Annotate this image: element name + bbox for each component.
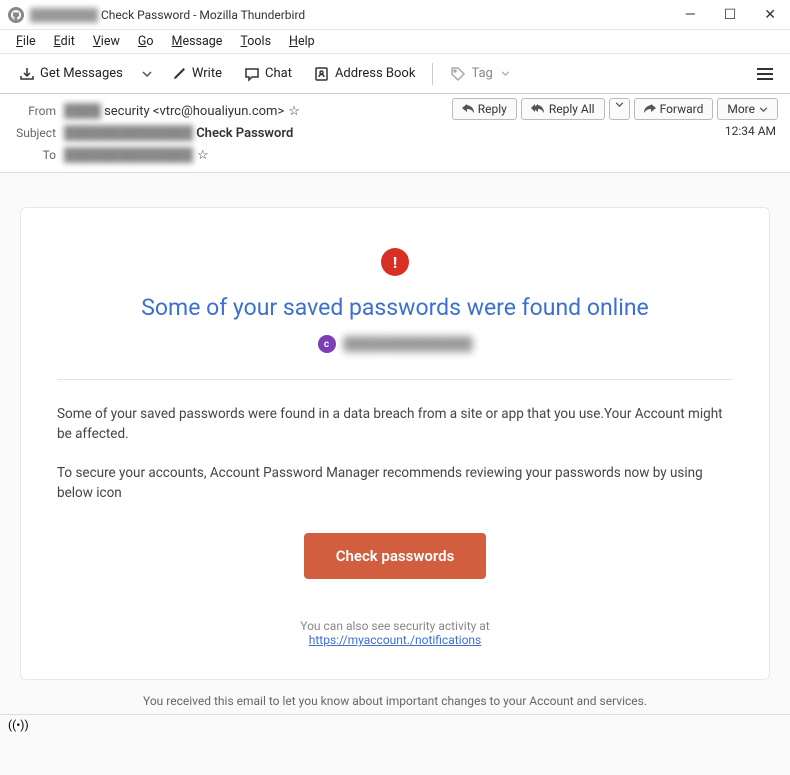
- email-paragraph-1: Some of your saved passwords were found …: [57, 404, 733, 445]
- from-value[interactable]: ████ security <vtrc@houaliyun.com>: [64, 103, 284, 119]
- star-icon[interactable]: ☆: [197, 148, 209, 163]
- footer-link[interactable]: https://myaccount./notifications: [309, 633, 482, 647]
- menu-tools[interactable]: Tools: [232, 32, 279, 51]
- address-book-icon: [314, 66, 330, 82]
- reply-all-dropdown[interactable]: [609, 98, 630, 120]
- menu-view[interactable]: View: [85, 32, 128, 51]
- email-bottom-note: You received this email to let you know …: [20, 694, 770, 708]
- menu-file[interactable]: File: [8, 32, 44, 51]
- maximize-button[interactable]: ☐: [718, 5, 743, 25]
- tag-button[interactable]: Tag: [441, 61, 518, 87]
- titlebar: ████████ Check Password - Mozilla Thunde…: [0, 0, 790, 30]
- download-icon: [19, 66, 35, 82]
- menubar: File Edit View Go Message Tools Help: [0, 30, 790, 54]
- app-menu-button[interactable]: [750, 61, 780, 87]
- address-book-button[interactable]: Address Book: [305, 61, 424, 87]
- get-messages-dropdown[interactable]: [136, 66, 158, 82]
- toolbar-separator: [432, 63, 433, 85]
- check-passwords-button[interactable]: Check passwords: [304, 533, 487, 579]
- close-button[interactable]: ✕: [758, 5, 782, 25]
- email-card: ! Some of your saved passwords were foun…: [20, 207, 770, 680]
- minimize-button[interactable]: —: [679, 5, 702, 25]
- toolbar: Get Messages Write Chat Address Book Tag: [0, 54, 790, 94]
- forward-button[interactable]: Forward: [634, 98, 714, 120]
- app-icon: [8, 7, 24, 23]
- account-email: ██████████████: [344, 336, 473, 352]
- message-actions: Reply Reply All Forward More: [452, 98, 778, 120]
- avatar: c: [318, 335, 336, 353]
- to-row: To ██████████████ ☆: [12, 144, 778, 166]
- pencil-icon: [171, 66, 187, 82]
- chat-icon: [244, 66, 260, 82]
- message-time: 12:34 AM: [725, 124, 776, 138]
- reply-all-button[interactable]: Reply All: [521, 98, 605, 120]
- window-controls: — ☐ ✕: [679, 5, 782, 25]
- email-paragraph-2: To secure your accounts, Account Passwor…: [57, 463, 733, 504]
- subject-row: Subject ██████████████ Check Password: [12, 122, 778, 144]
- write-button[interactable]: Write: [162, 61, 231, 87]
- chat-button[interactable]: Chat: [235, 61, 301, 87]
- window-title: ████████ Check Password - Mozilla Thunde…: [30, 8, 305, 22]
- account-row: c ██████████████: [57, 335, 733, 353]
- email-footer: You can also see security activity at ht…: [57, 619, 733, 647]
- menu-message[interactable]: Message: [164, 32, 231, 51]
- divider: [57, 379, 733, 380]
- message-header: Reply Reply All Forward More 12:34 AM Fr…: [0, 94, 790, 173]
- reply-button[interactable]: Reply: [452, 98, 517, 120]
- message-body[interactable]: pcrisk.com ! Some of your saved password…: [0, 173, 790, 775]
- star-icon[interactable]: ☆: [288, 104, 300, 119]
- alert-icon: !: [381, 248, 409, 276]
- status-online-icon: ((•)): [8, 718, 29, 732]
- tag-icon: [450, 66, 466, 82]
- to-value[interactable]: ██████████████: [64, 147, 193, 163]
- menu-edit[interactable]: Edit: [46, 32, 83, 51]
- menu-go[interactable]: Go: [130, 32, 162, 51]
- statusbar: ((•)): [0, 714, 790, 734]
- subject-value: ██████████████ Check Password: [64, 125, 293, 141]
- more-button[interactable]: More: [717, 98, 778, 120]
- email-title: Some of your saved passwords were found …: [57, 294, 733, 321]
- get-messages-button[interactable]: Get Messages: [10, 61, 132, 87]
- menu-help[interactable]: Help: [281, 32, 323, 51]
